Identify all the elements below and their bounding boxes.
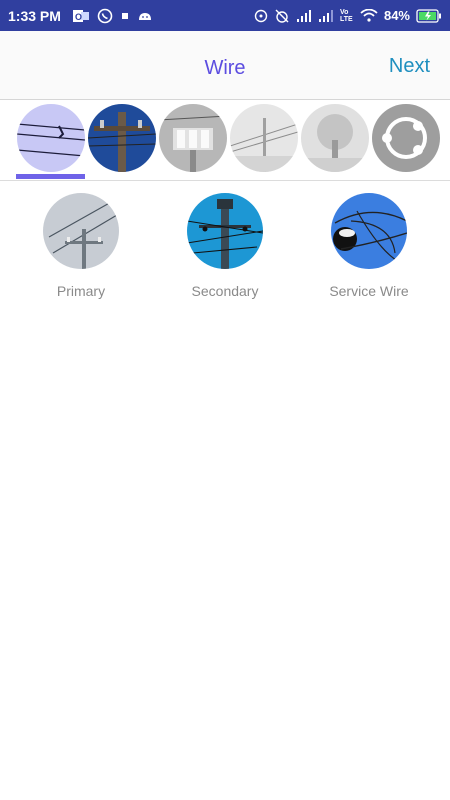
pole-photo-icon [88, 104, 156, 172]
android-icon [137, 10, 153, 22]
square-icon [121, 12, 129, 20]
category-wire[interactable] [17, 104, 85, 172]
subcategory-label: Service Wire [329, 283, 409, 299]
whatsapp-icon [97, 8, 113, 24]
subcategory-secondary[interactable]: Secondary [165, 193, 285, 299]
primary-photo-icon [43, 193, 119, 269]
svg-text:O: O [75, 12, 82, 22]
signal-icon [296, 9, 312, 22]
service-wire-photo-icon [331, 193, 407, 269]
volte-icon: Vo LTE [339, 8, 353, 23]
battery-charging-icon [416, 8, 442, 23]
status-time: 1:33 PM [8, 7, 61, 24]
subcategory-service-wire[interactable]: Service Wire [309, 193, 429, 299]
share-icon [372, 104, 440, 172]
category-line[interactable] [230, 104, 298, 172]
selected-category-indicator [16, 174, 85, 179]
status-bar: 1:33 PM O Vo LTE 84% [0, 0, 450, 31]
wifi-icon [360, 9, 378, 22]
outlook-icon: O [72, 9, 89, 23]
tree-photo-icon [301, 104, 369, 172]
subcategory-primary[interactable]: Primary [21, 193, 141, 299]
transformer-photo-icon [159, 104, 227, 172]
category-pole[interactable] [88, 104, 156, 172]
battery-percent: 84% [383, 8, 410, 23]
subcategory-label: Secondary [191, 283, 259, 299]
wire-photo-icon [17, 104, 85, 172]
category-share[interactable] [372, 104, 440, 172]
category-transformer[interactable] [159, 104, 227, 172]
next-button[interactable]: Next [389, 55, 430, 78]
page-title: Wire [204, 57, 246, 79]
subcategory-label: Primary [56, 283, 106, 299]
line-photo-icon [230, 104, 298, 172]
signal-icon-2 [318, 9, 334, 22]
secondary-photo-icon [187, 193, 263, 269]
category-tree[interactable] [301, 104, 369, 172]
app-bar: Wire Next [0, 31, 450, 100]
category-strip [0, 101, 450, 181]
alarm-off-icon [274, 8, 290, 24]
hotspot-icon [254, 9, 268, 23]
